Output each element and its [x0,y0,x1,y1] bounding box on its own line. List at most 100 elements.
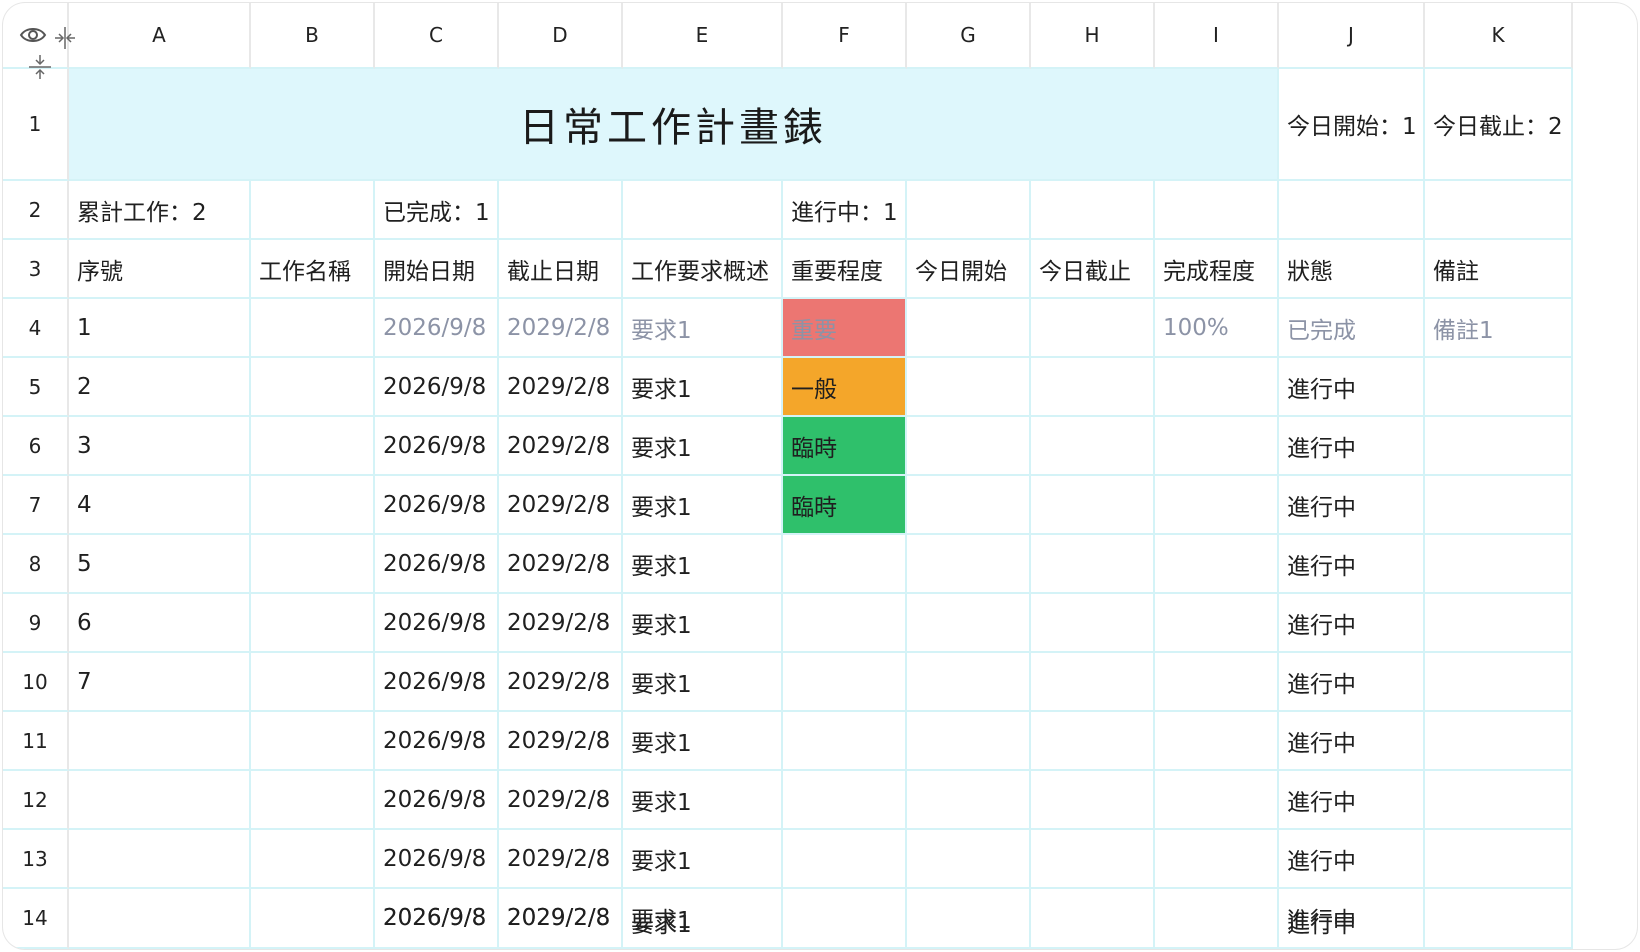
cell[interactable] [623,181,783,240]
due-date-cell[interactable]: 2029/2/8 [499,712,623,771]
due-date-cell[interactable]: 2029/2/8 [499,653,623,712]
task-name-cell[interactable] [251,830,375,889]
completion-cell[interactable] [1155,476,1279,535]
note-cell[interactable] [1425,476,1573,535]
select-all-corner[interactable] [3,3,75,79]
serial-cell[interactable]: 4 [69,476,251,535]
completion-cell[interactable] [1155,712,1279,771]
status-cell[interactable]: 進行中 [1279,535,1425,594]
start-date-cell[interactable]: 2026/9/8 [375,653,499,712]
row-header-13[interactable]: 13 [3,830,69,889]
table-header-cell[interactable]: 狀態 [1279,240,1425,299]
task-name-cell[interactable] [251,535,375,594]
task-name-cell[interactable] [251,299,375,358]
due-date-cell[interactable]: 2029/2/8 [499,889,623,949]
table-header-cell[interactable]: 重要程度 [783,240,907,299]
note-cell[interactable] [1425,358,1573,417]
importance-cell[interactable]: 臨時 [783,417,907,476]
today-start-cell[interactable] [907,653,1031,712]
table-header-cell[interactable]: 開始日期 [375,240,499,299]
serial-cell[interactable]: 2 [69,358,251,417]
row-header-1[interactable]: 1 [3,69,69,181]
requirement-cell[interactable]: 要求1 [623,476,783,535]
table-header-cell[interactable]: 截止日期 [499,240,623,299]
today-start-cell[interactable] [907,712,1031,771]
today-due-cell[interactable] [1031,299,1155,358]
start-date-cell[interactable]: 2026/9/8 [375,476,499,535]
due-date-cell[interactable]: 2029/2/8 [499,771,623,830]
today-due-summary[interactable]: 今日截止：2 [1425,69,1573,181]
requirement-cell[interactable]: 要求1 [623,358,783,417]
completion-cell[interactable] [1155,830,1279,889]
start-date-cell[interactable]: 2026/9/8 [375,299,499,358]
requirement-cell[interactable]: 要求1 [623,535,783,594]
cell[interactable] [1155,181,1279,240]
column-header-c[interactable]: C [375,3,499,69]
completion-cell[interactable]: 100% [1155,299,1279,358]
cell[interactable] [907,181,1031,240]
requirement-cell[interactable]: 要求1 [623,889,783,949]
cell[interactable] [1031,181,1155,240]
column-header-g[interactable]: G [907,3,1031,69]
summary-total[interactable]: 累計工作：2 [69,181,251,240]
column-header-f[interactable]: F [783,3,907,69]
importance-cell[interactable]: 重要 [783,299,907,358]
importance-cell[interactable] [783,830,907,889]
task-name-cell[interactable] [251,653,375,712]
row-header-12[interactable]: 12 [3,771,69,830]
due-date-cell[interactable]: 2029/2/8 [499,830,623,889]
start-date-cell[interactable]: 2026/9/8 [375,358,499,417]
due-date-cell[interactable]: 2029/2/8 [499,594,623,653]
due-date-cell[interactable]: 2029/2/8 [499,476,623,535]
task-name-cell[interactable] [251,417,375,476]
row-header-14[interactable]: 14 [3,889,69,949]
status-cell[interactable]: 進行中 [1279,889,1425,949]
today-start-summary[interactable]: 今日開始：1 [1279,69,1425,181]
due-date-cell[interactable]: 2029/2/8 [499,535,623,594]
today-due-cell[interactable] [1031,889,1155,949]
row-header-6[interactable]: 6 [3,417,69,476]
importance-cell[interactable] [783,594,907,653]
requirement-cell[interactable]: 要求1 [623,417,783,476]
start-date-cell[interactable]: 2026/9/8 [375,712,499,771]
today-start-cell[interactable] [907,358,1031,417]
column-header-d[interactable]: D [499,3,623,69]
table-header-cell[interactable]: 今日開始 [907,240,1031,299]
column-header-e[interactable]: E [623,3,783,69]
status-cell[interactable]: 進行中 [1279,712,1425,771]
today-due-cell[interactable] [1031,653,1155,712]
today-due-cell[interactable] [1031,594,1155,653]
column-header-a[interactable]: A [69,3,251,69]
cell[interactable] [1279,181,1425,240]
serial-cell[interactable]: 1 [69,299,251,358]
requirement-cell[interactable]: 要求1 [623,653,783,712]
column-header-b[interactable]: B [251,3,375,69]
completion-cell[interactable] [1155,889,1279,949]
importance-cell[interactable] [783,535,907,594]
start-date-cell[interactable]: 2026/9/8 [375,594,499,653]
serial-cell[interactable]: 6 [69,594,251,653]
requirement-cell[interactable]: 要求1 [623,299,783,358]
status-cell[interactable]: 進行中 [1279,594,1425,653]
requirement-cell[interactable]: 要求1 [623,712,783,771]
row-header-9[interactable]: 9 [3,594,69,653]
serial-cell[interactable]: 3 [69,417,251,476]
row-header-11[interactable]: 11 [3,712,69,771]
today-due-cell[interactable] [1031,535,1155,594]
today-due-cell[interactable] [1031,358,1155,417]
completion-cell[interactable] [1155,417,1279,476]
today-start-cell[interactable] [907,771,1031,830]
today-due-cell[interactable] [1031,712,1155,771]
table-header-cell[interactable]: 序號 [69,240,251,299]
serial-cell[interactable] [69,830,251,889]
column-header-h[interactable]: H [1031,3,1155,69]
due-date-cell[interactable]: 2029/2/8 [499,299,623,358]
note-cell[interactable] [1425,830,1573,889]
today-start-cell[interactable] [907,594,1031,653]
requirement-cell[interactable]: 要求1 [623,830,783,889]
note-cell[interactable]: 備註1 [1425,299,1573,358]
today-due-cell[interactable] [1031,830,1155,889]
sheet-title[interactable]: 日常工作計畫錶 [69,69,1279,181]
start-date-cell[interactable]: 2026/9/8 [375,830,499,889]
status-cell[interactable]: 進行中 [1279,653,1425,712]
